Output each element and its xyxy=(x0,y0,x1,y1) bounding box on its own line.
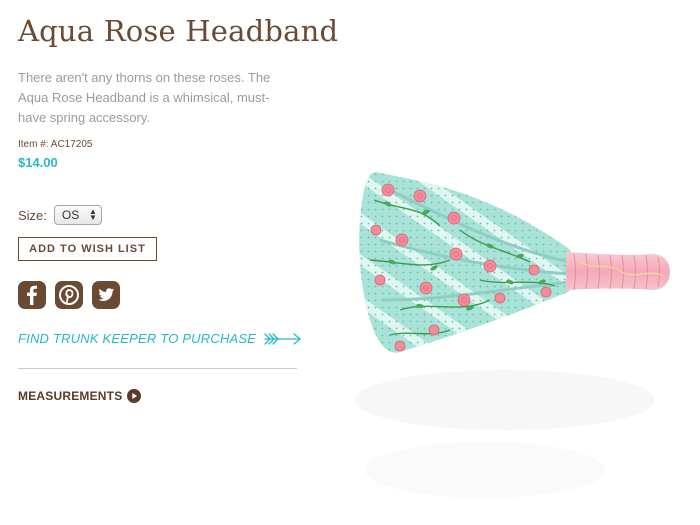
measurements-label: MEASUREMENTS xyxy=(18,389,123,403)
pinterest-icon[interactable] xyxy=(55,281,83,309)
product-title: Aqua Rose Headband xyxy=(18,14,339,48)
twitter-icon[interactable] xyxy=(92,281,120,309)
facebook-icon[interactable] xyxy=(18,281,46,309)
product-image xyxy=(359,172,670,353)
play-circle-icon xyxy=(127,389,142,403)
item-number: Item #: AC17205 xyxy=(18,139,93,150)
measurements-toggle[interactable]: MEASUREMENTS xyxy=(18,389,142,403)
arrow-right-icon xyxy=(264,332,301,345)
divider xyxy=(18,368,297,369)
select-arrows-icon: ▲ ▼ xyxy=(88,207,97,222)
product-price: $14.00 xyxy=(18,155,58,170)
social-share xyxy=(18,281,120,309)
product-description: There aren't any thorns on these roses. … xyxy=(18,70,271,125)
product-reflection xyxy=(355,370,655,498)
find-trunk-keeper-link[interactable]: FIND TRUNK KEEPER TO PURCHASE xyxy=(18,331,302,346)
size-label: Size: xyxy=(18,207,47,223)
find-trunk-keeper-label: FIND TRUNK KEEPER TO PURCHASE xyxy=(18,331,257,346)
size-select[interactable]: OS ▲ ▼ xyxy=(53,205,102,225)
size-row: Size: OS ▲ ▼ xyxy=(18,205,102,225)
add-to-wish-list-button[interactable]: ADD TO WISH LIST xyxy=(18,237,157,261)
size-value: OS xyxy=(61,208,80,222)
